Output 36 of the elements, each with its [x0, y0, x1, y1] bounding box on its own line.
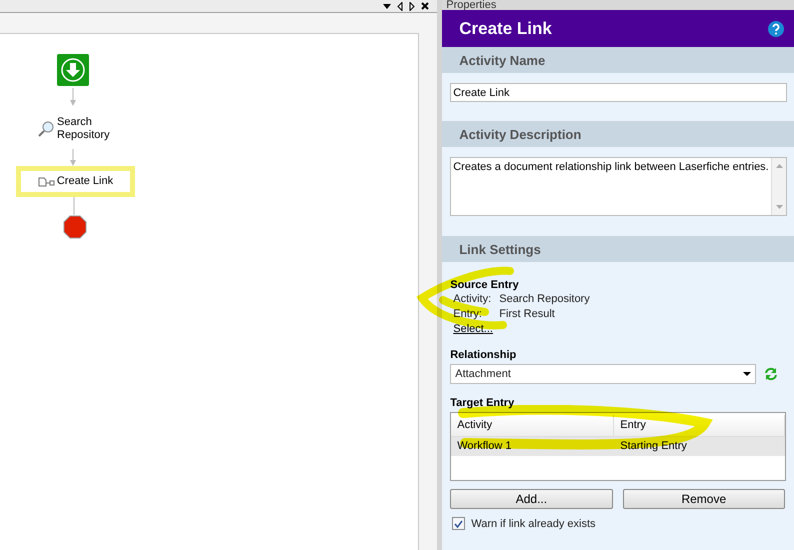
pane-title: Properties [446, 0, 496, 10]
document-link-icon [38, 176, 55, 186]
section-header: Activity Description [442, 121, 794, 147]
help-icon[interactable] [768, 20, 784, 36]
warn-checkbox[interactable] [452, 517, 466, 530]
right-arrow-icon[interactable] [409, 2, 416, 10]
target-entry-heading: Target Entry [450, 397, 516, 409]
activity-label[interactable]: Search Repository [57, 116, 113, 142]
panel-title: Create Link [459, 18, 552, 38]
select-link[interactable]: Select... [450, 323, 493, 335]
relationship-dropdown[interactable]: Attachment [450, 364, 756, 384]
caret-icon [743, 372, 752, 376]
connector-arrow [69, 88, 77, 106]
section-header: Activity Name [442, 47, 794, 73]
dropdown-icon[interactable] [383, 4, 392, 8]
field-value: First Result [499, 308, 556, 320]
column-header[interactable]: Activity [451, 415, 614, 436]
field-label: Activity: [453, 293, 492, 305]
add-button[interactable]: Add... [450, 489, 613, 509]
description-field[interactable]: Creates a document relationship link between Laserfiche entries. [450, 157, 787, 216]
activity-node[interactable]: Create Link [16, 166, 135, 197]
start-icon[interactable] [57, 54, 89, 86]
relationship-heading: Relationship [450, 349, 518, 361]
magnifier-icon [38, 121, 54, 137]
activity-name-field[interactable]: Create Link [450, 83, 787, 102]
stop-icon[interactable] [63, 215, 87, 239]
close-icon[interactable] [421, 2, 430, 10]
left-arrow-icon[interactable] [397, 2, 404, 10]
remove-button[interactable]: Remove [622, 489, 785, 509]
connector-arrow [69, 149, 77, 166]
field-value: Search Repository [499, 293, 591, 305]
section-header: Link Settings [442, 236, 794, 262]
refresh-icon[interactable] [764, 367, 778, 381]
checkbox-label: Warn if link already exists [471, 518, 596, 530]
column-header[interactable]: Entry [614, 415, 785, 436]
connector-line [73, 197, 75, 215]
